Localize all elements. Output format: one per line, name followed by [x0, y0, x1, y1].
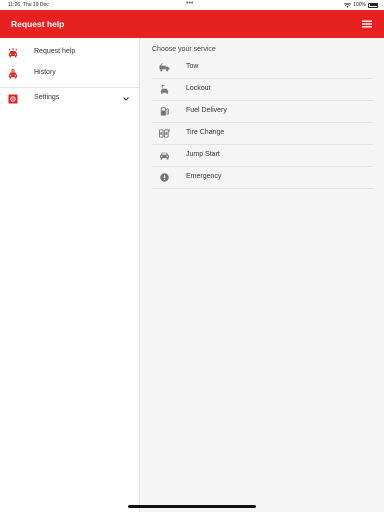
- service-list: Tow Lockout Fuel Delivery Tire Change Ju…: [152, 57, 373, 189]
- service-label: Fuel Delivery: [186, 107, 227, 114]
- status-time: 11:26 Thu 19 Dec: [8, 2, 49, 8]
- service-item-tow[interactable]: Tow: [152, 57, 373, 79]
- multitasking-dots[interactable]: •••: [186, 0, 193, 8]
- service-label: Jump Start: [186, 151, 220, 158]
- car-alert-icon: [8, 48, 18, 58]
- service-item-fuel-delivery[interactable]: Fuel Delivery: [152, 101, 373, 123]
- battery-percent: 100%: [353, 2, 366, 8]
- home-indicator[interactable]: [128, 505, 256, 508]
- status-date: Thu 19 Dec: [22, 2, 49, 8]
- lockout-icon: [160, 84, 169, 94]
- app-bar: Request help: [0, 10, 384, 38]
- sidebar-item-label: Request help: [34, 48, 76, 55]
- hamburger-menu-icon[interactable]: [360, 18, 374, 30]
- sidebar-item-request-help[interactable]: Request help: [0, 42, 139, 62]
- status-bar: 11:26 Thu 19 Dec ••• 100%: [0, 0, 384, 10]
- status-indicators: 100%: [344, 2, 378, 8]
- tire-change-icon: [159, 128, 170, 138]
- service-item-tire-change[interactable]: Tire Change: [152, 123, 373, 145]
- emergency-alert-icon: [160, 173, 169, 182]
- service-label: Tire Change: [186, 129, 225, 136]
- fuel-pump-icon: [160, 107, 169, 116]
- section-title: Choose your service: [152, 46, 216, 53]
- service-label: Tow: [186, 63, 199, 70]
- sidebar-item-history[interactable]: History: [0, 63, 139, 83]
- sidebar-item-label: History: [34, 69, 56, 76]
- car-battery-icon: [160, 152, 169, 160]
- service-label: Lockout: [186, 85, 211, 92]
- service-item-jump-start[interactable]: Jump Start: [152, 145, 373, 167]
- battery-icon: [368, 2, 378, 8]
- wifi-icon: [344, 2, 352, 8]
- chevron-down-icon[interactable]: [121, 94, 131, 104]
- car-history-icon: [9, 69, 17, 79]
- page-title: Request help: [11, 19, 65, 29]
- tow-truck-icon: [159, 63, 170, 72]
- sidebar-item-settings[interactable]: Settings: [0, 88, 139, 108]
- sidebar-item-label: Settings: [34, 94, 60, 101]
- service-item-emergency[interactable]: Emergency: [152, 167, 373, 189]
- main-content: Choose your service Tow Lockout Fuel Del…: [140, 38, 384, 512]
- sidebar: Request help History Settings: [0, 38, 140, 512]
- app-screen: 11:26 Thu 19 Dec ••• 100% Request help R…: [0, 0, 384, 512]
- status-clock: 11:26: [8, 2, 21, 8]
- service-item-lockout[interactable]: Lockout: [152, 79, 373, 101]
- settings-box-icon: [8, 94, 18, 104]
- service-label: Emergency: [186, 173, 222, 180]
